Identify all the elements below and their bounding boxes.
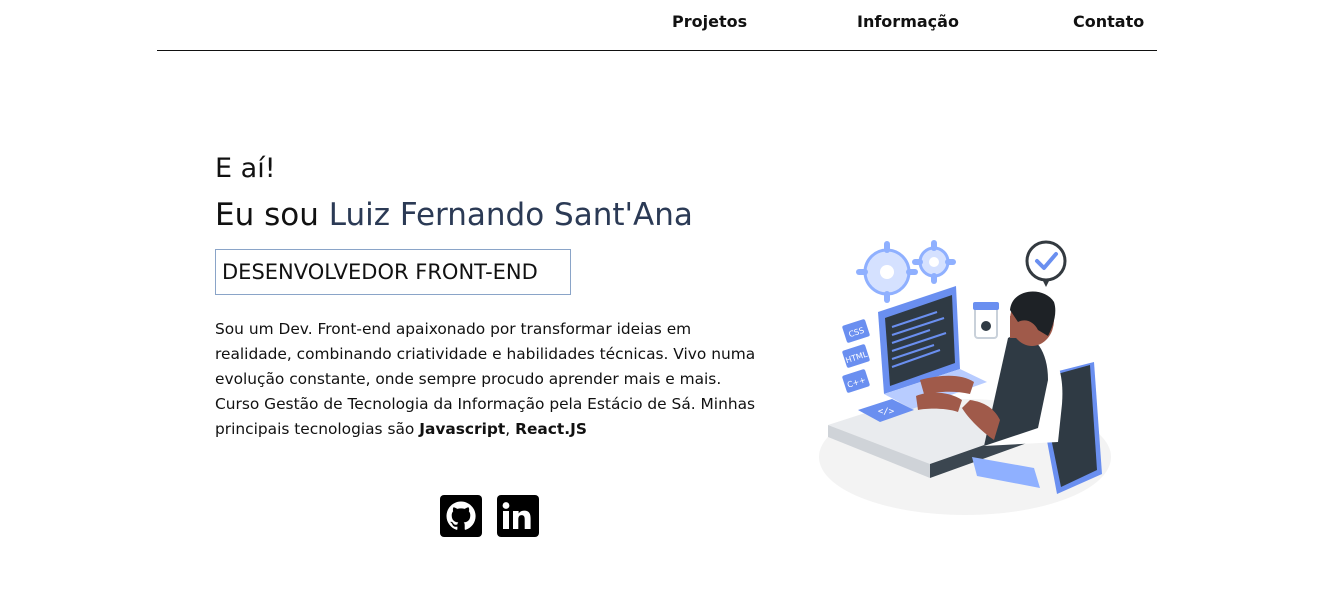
about-description: Sou um Dev. Front-end apaixonado por tra… — [215, 317, 770, 442]
nav-link-contato[interactable]: Contato — [1073, 12, 1144, 31]
developer-illustration: CSS HTML C++ </> — [812, 232, 1112, 526]
developer-name: Luiz Fernando Sant'Ana — [328, 197, 693, 233]
tech-reactjs: React.JS — [515, 420, 587, 438]
role-badge: DESENVOLVEDOR FRONT-END — [215, 249, 571, 295]
intro-prefix: Eu sou — [215, 197, 329, 233]
tech-javascript: Javascript — [419, 420, 506, 438]
top-navigation: Projetos Informação Contato — [157, 0, 1157, 51]
tech-separator: , — [505, 420, 516, 438]
greeting-heading: E aí! — [215, 153, 276, 184]
linkedin-link[interactable] — [497, 495, 539, 537]
nav-link-projetos[interactable]: Projetos — [672, 12, 747, 31]
language-tags: CSS HTML C++ — [842, 319, 870, 393]
nav-link-informacao[interactable]: Informação — [857, 12, 959, 31]
github-icon — [440, 495, 482, 537]
code-brackets-glyph: </> — [878, 407, 895, 417]
intro-heading: Eu sou Luiz Fernando Sant'Ana — [215, 196, 693, 234]
github-link[interactable] — [440, 495, 482, 537]
linkedin-icon — [497, 495, 539, 537]
